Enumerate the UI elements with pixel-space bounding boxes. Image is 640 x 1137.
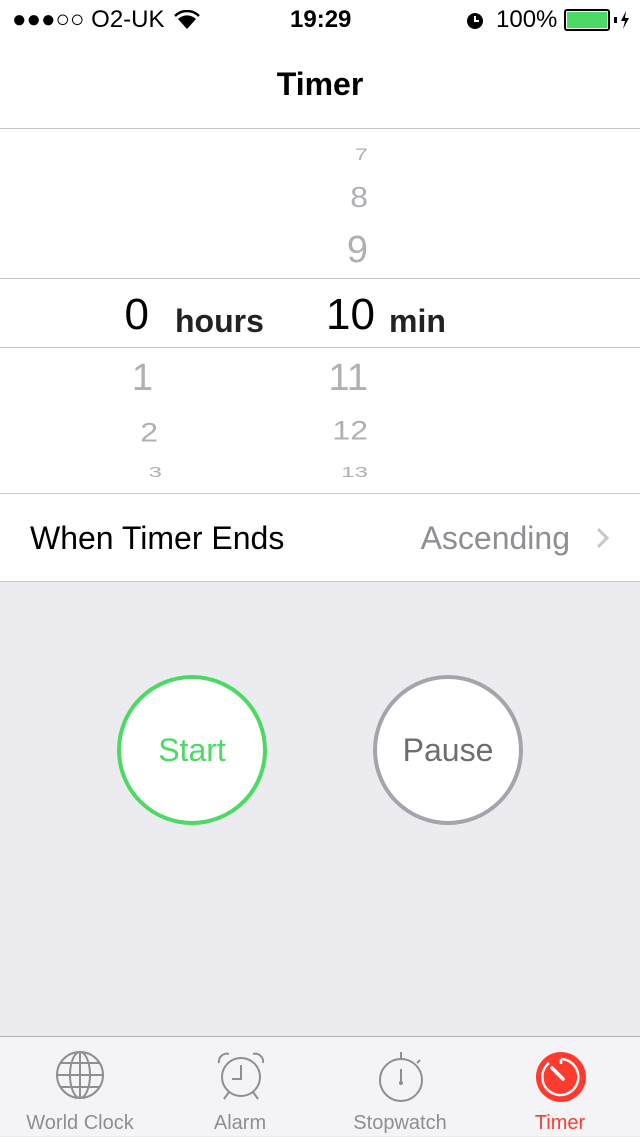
minutes-selected[interactable]: 10: [326, 290, 375, 340]
hours-option[interactable]: 1: [132, 357, 153, 400]
status-bar: ●●●○○ O2-UK 19:29 100%: [0, 0, 640, 40]
wifi-icon: [174, 10, 200, 29]
tab-timer[interactable]: Timer: [480, 1037, 640, 1137]
duration-picker[interactable]: 0 hours 1 2 3 7 8 9 10 min 11 12 13: [0, 129, 640, 493]
minutes-option[interactable]: 7: [355, 145, 368, 165]
sound-value: Ascending: [420, 520, 570, 556]
charging-icon: [614, 11, 629, 29]
tab-stopwatch[interactable]: Stopwatch: [320, 1037, 480, 1137]
pause-button[interactable]: Pause: [373, 675, 523, 825]
tab-label: Stopwatch: [353, 1112, 447, 1134]
minutes-option[interactable]: 12: [332, 415, 368, 446]
minutes-option[interactable]: 11: [329, 357, 368, 400]
when-timer-ends-label: When Timer Ends: [30, 520, 285, 556]
chevron-right-icon: [596, 527, 610, 549]
when-timer-ends-row[interactable]: When Timer Ends Ascending: [0, 493, 640, 582]
selection-band: [0, 278, 640, 348]
stopwatch-icon: [379, 1052, 423, 1102]
tab-bar: World Clock Alarm Stopwatch Timer: [0, 1036, 640, 1136]
tab-world-clock[interactable]: World Clock: [0, 1037, 160, 1137]
minutes-unit: min: [389, 303, 446, 339]
hours-option[interactable]: 3: [149, 465, 162, 482]
hours-unit: hours: [175, 303, 264, 339]
carrier: ●●●○○ O2-UK: [12, 6, 165, 33]
alarm-icon: [467, 13, 483, 29]
tab-label: World Clock: [26, 1112, 134, 1134]
tab-label: Timer: [534, 1112, 586, 1134]
globe-icon: [56, 1051, 104, 1099]
page-title: Timer: [276, 66, 364, 102]
tab-label: Alarm: [213, 1112, 267, 1134]
battery-percent: 100%: [496, 6, 558, 33]
minutes-option[interactable]: 8: [350, 181, 368, 214]
timer-icon: [536, 1052, 586, 1102]
alarm-clock-icon: [217, 1052, 265, 1100]
minutes-option[interactable]: 13: [341, 465, 368, 482]
nav-bar: Timer: [0, 40, 640, 129]
tab-alarm[interactable]: Alarm: [160, 1037, 320, 1137]
battery-icon: [564, 9, 610, 31]
hours-option[interactable]: 2: [140, 417, 158, 448]
minutes-option[interactable]: 9: [347, 229, 368, 272]
clock: 19:29: [290, 6, 352, 33]
start-button[interactable]: Start: [117, 675, 267, 825]
hours-selected[interactable]: 0: [125, 290, 149, 340]
